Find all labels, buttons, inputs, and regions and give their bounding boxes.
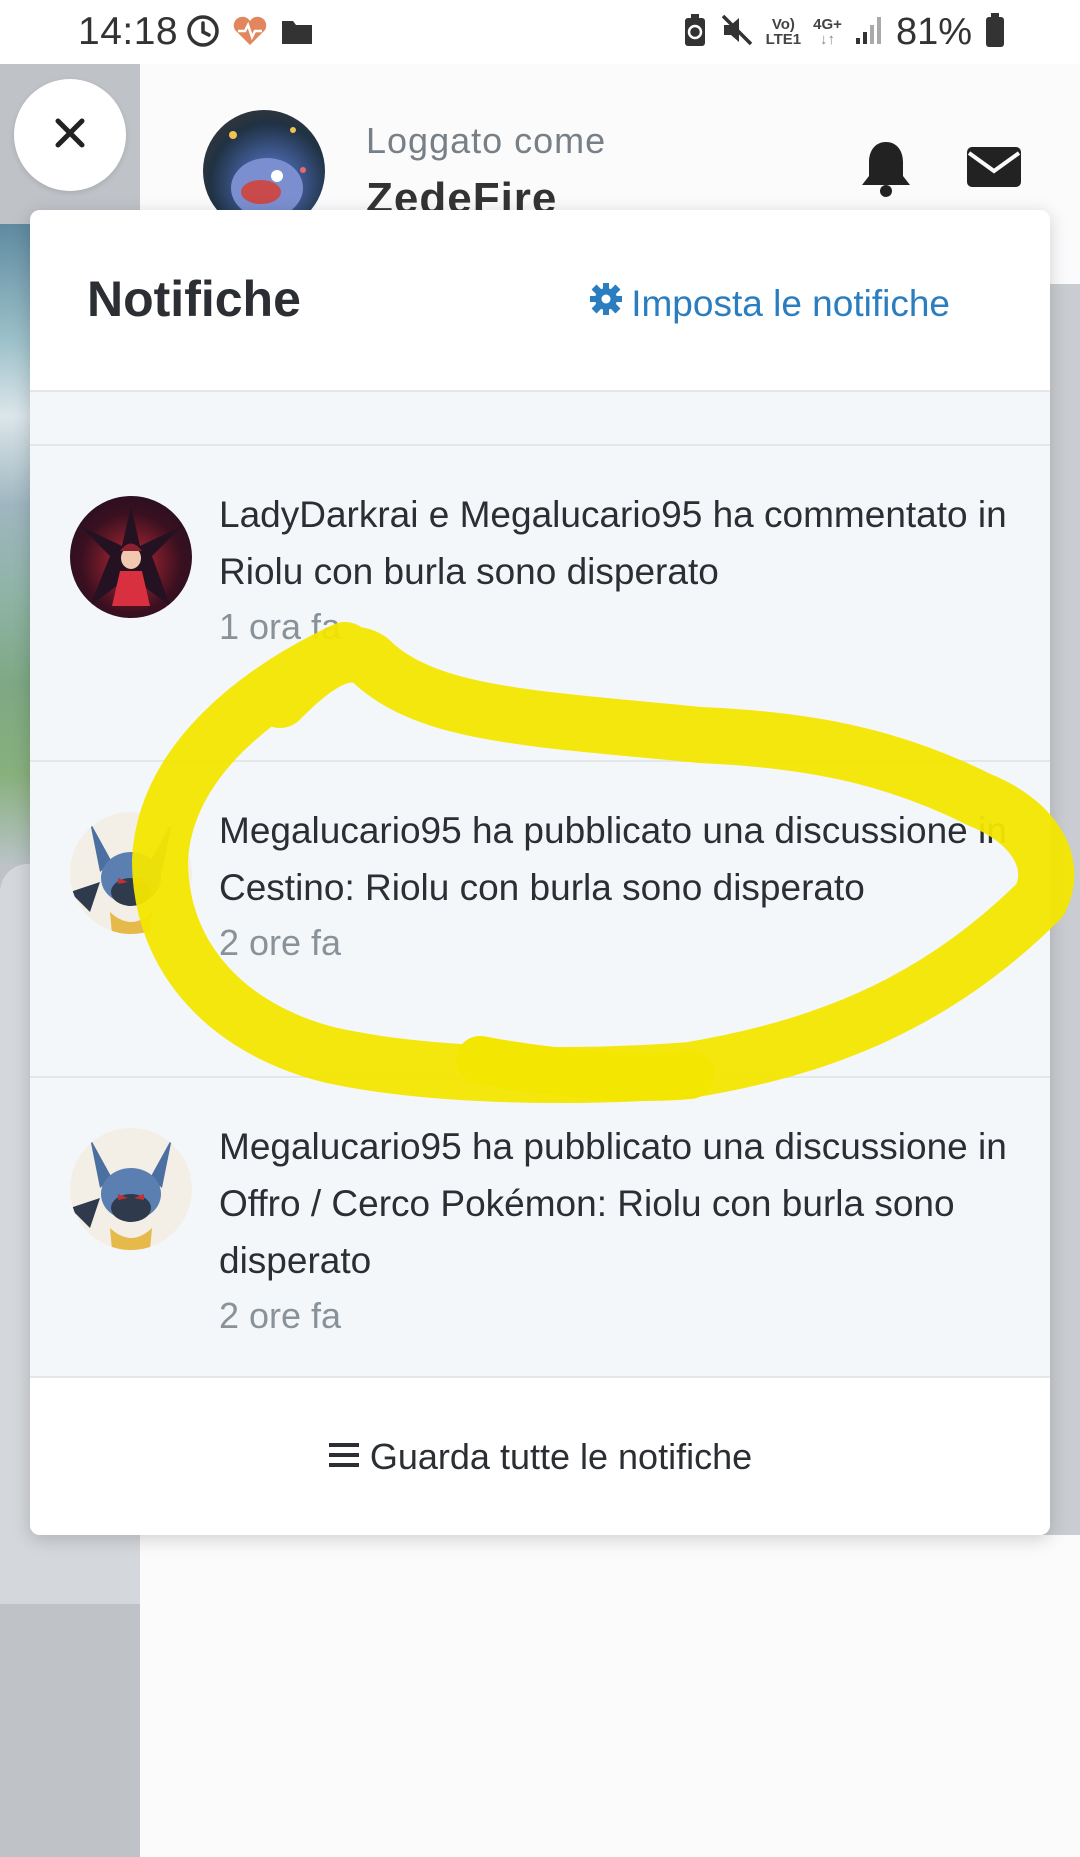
battery-icon xyxy=(984,12,1006,53)
panel-header: Notifiche Imposta le notifiche xyxy=(30,210,1050,392)
4g-icon: 4G+ ↓↑ xyxy=(813,16,842,48)
notification-item[interactable]: Megalucario95 ha pubblicato una discussi… xyxy=(30,1078,1050,1378)
signal-icon xyxy=(854,14,884,51)
notification-settings-link[interactable]: Imposta le notifiche xyxy=(589,282,950,325)
bell-icon[interactable] xyxy=(858,138,914,203)
avatar-megalucario95 xyxy=(70,812,192,934)
view-all-notifications-button[interactable]: Guarda tutte le notifiche xyxy=(30,1378,1050,1535)
folder-icon xyxy=(280,16,314,51)
battery-saver-icon xyxy=(682,12,708,53)
battery-percent: 81% xyxy=(895,10,972,53)
notification-text: Megalucario95 ha pubblicato una discussi… xyxy=(219,810,1007,908)
avatar-megalucario95 xyxy=(70,1128,192,1250)
status-time: 14:18 xyxy=(78,10,179,53)
notification-time: 2 ore fa xyxy=(219,922,342,963)
health-icon xyxy=(232,15,268,52)
notification-item[interactable]: LadyDarkrai e Megalucario95 ha commentat… xyxy=(30,446,1050,762)
notification-time: 2 ore fa xyxy=(219,1295,342,1336)
panel-title: Notifiche xyxy=(87,271,301,327)
list-icon xyxy=(328,1436,360,1478)
avatar-ladydarkrai xyxy=(70,496,192,618)
settings-label: Imposta le notifiche xyxy=(631,282,950,324)
notification-text: LadyDarkrai e Megalucario95 ha commentat… xyxy=(219,494,1007,592)
mail-icon[interactable] xyxy=(965,145,1023,194)
close-button[interactable] xyxy=(14,79,126,191)
gear-icon xyxy=(589,282,623,325)
panel-spacer xyxy=(30,392,1050,446)
notification-text: Megalucario95 ha pubblicato una discussi… xyxy=(219,1126,1007,1281)
notification-item[interactable]: Megalucario95 ha pubblicato una discussi… xyxy=(30,762,1050,1078)
notification-time: 1 ora fa xyxy=(219,606,342,647)
notifications-panel: Notifiche Imposta le notifiche LadyDarkr… xyxy=(30,210,1050,1535)
status-bar: 14:18 Vo) LTE1 4G+ ↓↑ 81% xyxy=(0,0,1080,64)
logged-in-label: Loggato come xyxy=(366,120,607,161)
mute-icon xyxy=(720,13,754,52)
alarm-icon xyxy=(186,14,220,53)
close-icon xyxy=(53,116,87,155)
page-content xyxy=(140,1535,1080,1857)
view-all-label: Guarda tutte le notifiche xyxy=(369,1435,753,1477)
volte-icon: Vo) LTE1 xyxy=(765,16,802,48)
